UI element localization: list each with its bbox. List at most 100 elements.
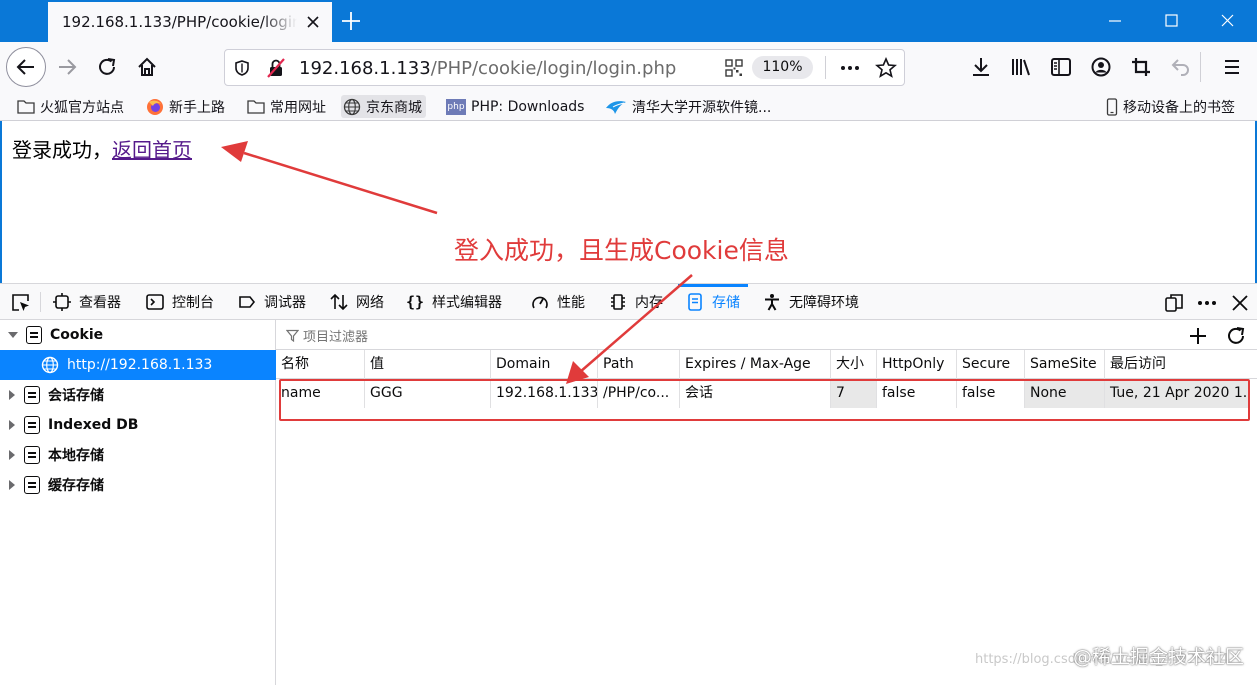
tab-label: 样式编辑器 — [432, 295, 502, 311]
bookmark-php-downloads[interactable]: php PHP: Downloads — [446, 95, 584, 118]
column-header-domain[interactable]: Domain — [491, 350, 598, 379]
page-content: 登录成功，返回首页 登入成功，且生成Cookie信息 — [0, 121, 1257, 283]
tab-debugger[interactable]: 调试器 — [238, 284, 306, 320]
account-button[interactable] — [1085, 51, 1117, 83]
tree-item-indexed-db[interactable]: Indexed DB — [0, 410, 276, 440]
tree-label: Indexed DB — [48, 417, 139, 433]
return-home-link[interactable]: 返回首页 — [112, 138, 192, 162]
column-header-secure[interactable]: Secure — [957, 350, 1025, 379]
bookmark-jd[interactable]: 京东商城 — [341, 95, 426, 118]
column-header-expires[interactable]: Expires / Max-Age — [680, 350, 831, 379]
inspector-icon — [53, 293, 71, 311]
zoom-level-button[interactable]: 110% — [752, 56, 813, 79]
downloads-button[interactable] — [965, 51, 997, 83]
qr-code-icon[interactable] — [725, 59, 743, 77]
browser-tab[interactable]: 192.168.1.133/PHP/cookie/login.php — [48, 2, 332, 42]
collapsed-arrow-icon[interactable] — [9, 390, 15, 400]
column-header-name[interactable]: 名称 — [276, 350, 365, 379]
tree-label: 会话存储 — [48, 388, 104, 404]
filter-bar: 项目过滤器 — [276, 320, 1257, 350]
bookmark-common-sites[interactable]: 常用网址 — [247, 95, 326, 118]
collapsed-arrow-icon[interactable] — [9, 480, 15, 490]
undo-button[interactable] — [1165, 51, 1197, 83]
network-icon — [330, 293, 348, 311]
tree-item-session-storage[interactable]: 会话存储 — [0, 380, 276, 410]
forward-arrow-icon — [59, 59, 77, 75]
collapsed-arrow-icon[interactable] — [9, 450, 15, 460]
tab-title: 192.168.1.133/PHP/cookie/login.php — [62, 13, 297, 31]
sidebar-toggle-icon — [1051, 58, 1071, 76]
folder-icon — [17, 99, 35, 114]
tab-accessibility[interactable]: 无障碍环境 — [763, 284, 859, 320]
tab-network[interactable]: 网络 — [330, 284, 384, 320]
library-icon — [1012, 59, 1030, 76]
php-icon: php — [446, 98, 466, 115]
tab-storage[interactable]: 存储 — [678, 284, 748, 320]
new-tab-icon[interactable] — [338, 8, 364, 34]
tab-style-editor[interactable]: {} 样式编辑器 — [406, 284, 502, 320]
home-icon — [138, 57, 156, 76]
element-picker-icon[interactable] — [11, 293, 31, 313]
mobile-bookmarks[interactable]: 移动设备上的书签 — [1106, 95, 1235, 118]
extension-button[interactable] — [1125, 51, 1157, 83]
forward-button[interactable] — [51, 51, 83, 83]
memory-icon — [611, 294, 625, 310]
dock-mode-icon[interactable] — [1164, 293, 1184, 313]
bookmark-tsinghua-mirror[interactable]: 清华大学开源软件镜... — [605, 95, 771, 118]
page-actions-icon[interactable] — [839, 59, 861, 77]
bookmarks-toolbar: 火狐官方站点 新手上路 常用网址 京东商城 php PHP: Downloads… — [0, 92, 1257, 121]
tree-item-cookie[interactable]: Cookie — [0, 320, 276, 350]
toolbar-separator — [1200, 52, 1201, 82]
close-window-icon[interactable] — [1204, 6, 1250, 36]
tab-label: 无障碍环境 — [789, 295, 859, 311]
tree-item-cache-storage[interactable]: 缓存存储 — [0, 470, 276, 500]
bookmark-getting-started[interactable]: 新手上路 — [146, 95, 225, 118]
tab-performance[interactable]: 性能 — [531, 284, 585, 320]
collapsed-arrow-icon[interactable] — [9, 420, 15, 430]
address-bar[interactable]: 192.168.1.133/PHP/cookie/login/login.php… — [224, 49, 905, 86]
tab-inspector[interactable]: 查看器 — [53, 284, 121, 320]
tab-label: 存储 — [712, 295, 740, 311]
filter-placeholder: 项目过滤器 — [303, 330, 369, 345]
url-path: /PHP/cookie/login/login.php — [430, 58, 677, 79]
more-options-icon[interactable] — [1197, 293, 1217, 313]
tab-label: 内存 — [635, 295, 663, 311]
firefox-icon — [147, 98, 163, 115]
tab-memory[interactable]: 内存 — [609, 284, 663, 320]
insecure-lock-icon[interactable] — [265, 58, 287, 78]
tracking-shield-icon[interactable] — [233, 59, 251, 77]
tree-item-cookie-host[interactable]: http://192.168.1.133 — [0, 350, 276, 380]
column-header-samesite[interactable]: SameSite — [1025, 350, 1105, 379]
menu-button[interactable] — [1216, 51, 1248, 83]
close-devtools-icon[interactable] — [1230, 293, 1250, 313]
column-header-httponly[interactable]: HttpOnly — [877, 350, 957, 379]
watermark-site: @稀土掘金技术社区 — [1073, 646, 1245, 668]
minimize-icon[interactable] — [1092, 6, 1138, 36]
tab-console[interactable]: 控制台 — [146, 284, 214, 320]
navigation-toolbar: 192.168.1.133/PHP/cookie/login/login.php… — [0, 42, 1257, 92]
tree-item-local-storage[interactable]: 本地存储 — [0, 440, 276, 470]
library-button[interactable] — [1005, 51, 1037, 83]
column-header-size[interactable]: 大小 — [831, 350, 877, 379]
close-tab-icon[interactable] — [301, 10, 325, 34]
reload-button[interactable] — [91, 51, 123, 83]
filter-items-input[interactable]: 项目过滤器 — [286, 326, 368, 345]
bookmark-firefox-official[interactable]: 火狐官方站点 — [17, 95, 124, 118]
storage-db-icon — [26, 326, 42, 344]
bookmark-star-icon[interactable] — [875, 57, 897, 79]
home-button[interactable] — [131, 51, 163, 83]
devtools-toolbar: 查看器 控制台 调试器 网络 {} 样式编辑器 性能 内存 存储 无障碍环境 — [0, 284, 1257, 320]
column-header-last-accessed[interactable]: 最后访问 — [1105, 350, 1257, 379]
add-item-icon[interactable] — [1188, 326, 1208, 346]
refresh-icon[interactable] — [1226, 326, 1246, 346]
toolbar-divider — [40, 292, 41, 312]
column-header-value[interactable]: 值 — [365, 350, 491, 379]
login-success-message: 登录成功，返回首页 — [12, 134, 192, 163]
column-header-path[interactable]: Path — [598, 350, 680, 379]
expanded-arrow-icon[interactable] — [8, 332, 18, 338]
sidebar-button[interactable] — [1045, 51, 1077, 83]
back-button[interactable] — [6, 47, 46, 87]
download-icon — [973, 58, 989, 76]
maximize-icon[interactable] — [1148, 6, 1194, 36]
tab-label: 控制台 — [172, 295, 214, 311]
